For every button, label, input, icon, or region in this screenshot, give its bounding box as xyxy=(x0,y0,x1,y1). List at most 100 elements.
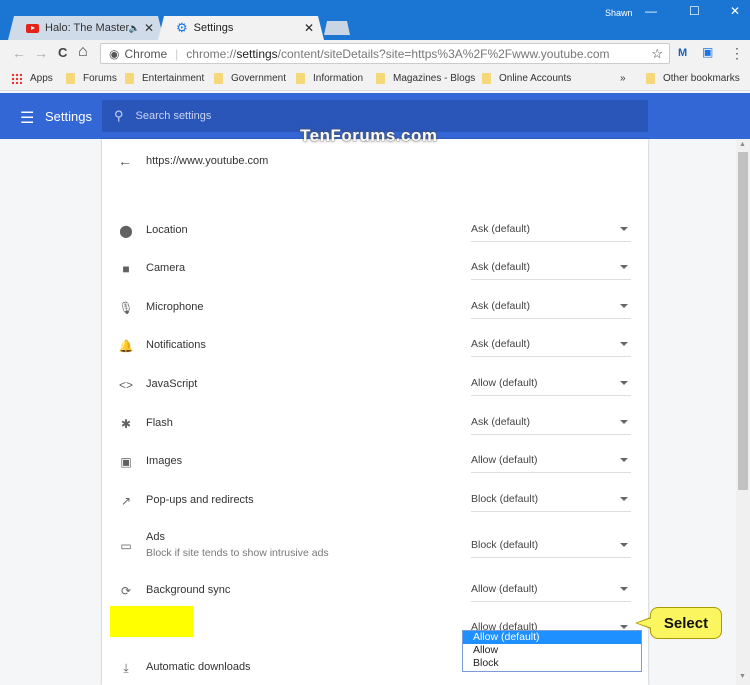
bookmark-folder[interactable]: Information xyxy=(296,73,363,84)
select-value: Ask (default) xyxy=(471,300,530,312)
close-window-button[interactable]: ✕ xyxy=(730,4,740,18)
permission-label: Ads xyxy=(146,531,165,543)
audio-icon[interactable]: 🔈 xyxy=(129,23,140,34)
permission-label: Images xyxy=(146,455,183,467)
permission-select[interactable]: Block (default) xyxy=(471,539,631,558)
select-value: Ask (default) xyxy=(471,416,530,428)
permission-select[interactable]: Ask (default) xyxy=(471,223,631,242)
select-value: Ask (default) xyxy=(471,261,530,273)
permission-label: Location xyxy=(146,224,188,236)
bookmark-folder[interactable]: Entertainment xyxy=(125,73,204,84)
bookmark-apps[interactable]: Apps xyxy=(11,73,53,84)
tab-youtube[interactable]: Halo: The Master Chief 🔈 ✕ xyxy=(8,16,164,40)
address-bar[interactable]: ◉ Chrome | chrome://settings/content/sit… xyxy=(100,43,670,64)
dropdown-option[interactable]: Allow (default) xyxy=(463,631,641,644)
select-value: Allow (default) xyxy=(471,377,538,389)
bookmark-label: Online Accounts xyxy=(499,73,572,84)
minimize-button[interactable]: — xyxy=(645,4,657,18)
dropdown-arrow-icon xyxy=(620,265,628,269)
permission-label: Camera xyxy=(146,262,186,274)
permission-label: Flash xyxy=(146,417,173,429)
hamburger-menu-icon[interactable]: ☰ xyxy=(20,108,34,128)
dropdown-arrow-icon xyxy=(620,458,628,462)
bookmark-label: Government xyxy=(231,73,287,84)
dropdown-arrow-icon xyxy=(620,420,628,424)
close-tab-icon[interactable]: ✕ xyxy=(304,21,314,35)
reload-button[interactable]: C xyxy=(58,45,67,60)
permission-select[interactable]: Ask (default) xyxy=(471,416,631,435)
star-icon[interactable]: ☆ xyxy=(651,46,663,62)
malwarebytes-icon[interactable]: M xyxy=(678,47,687,59)
maximize-button[interactable]: ☐ xyxy=(689,4,700,18)
select-callout: Select xyxy=(635,607,722,639)
extension-icon[interactable]: ▣ xyxy=(702,45,713,59)
bookmarks-overflow-button[interactable]: » xyxy=(620,73,626,84)
scroll-down-icon[interactable]: ▼ xyxy=(739,673,746,680)
select-value: Allow (default) xyxy=(471,583,538,595)
tab-title: Halo: The Master Chief xyxy=(45,22,129,34)
select-value: Ask (default) xyxy=(471,338,530,350)
select-value: Allow (default) xyxy=(471,454,538,466)
url-host: settings xyxy=(236,46,278,61)
permission-select[interactable]: Ask (default) xyxy=(471,300,631,319)
bookmark-label: Information xyxy=(313,73,364,84)
scroll-up-icon[interactable]: ▲ xyxy=(739,141,746,148)
permission-label: Microphone xyxy=(146,301,204,313)
permission-label: Automatic downloads xyxy=(146,661,251,673)
forward-button[interactable]: → xyxy=(34,45,48,61)
dropdown-option[interactable]: Allow xyxy=(463,644,641,657)
bookmark-label: Other bookmarks xyxy=(663,73,740,84)
permission-label: JavaScript xyxy=(146,378,198,390)
chrome-chip: Chrome xyxy=(124,46,168,61)
scrollbar[interactable]: ▲ ▼ xyxy=(736,139,750,685)
search-icon: ⚲ xyxy=(114,108,124,123)
home-button[interactable]: ⌂ xyxy=(78,43,88,61)
select-value: Block (default) xyxy=(471,539,539,551)
site-details-card: ← https://www.youtube.com ⬤ Location Ask (… xyxy=(102,139,648,685)
permission-select[interactable]: Allow (default) xyxy=(471,454,631,473)
close-tab-icon[interactable]: ✕ xyxy=(144,21,154,35)
folder-icon xyxy=(482,73,491,84)
permission-sublabel: Block if site tends to show intrusive ad… xyxy=(146,547,329,559)
back-button[interactable]: ← xyxy=(12,45,26,61)
dropdown-arrow-icon xyxy=(620,497,628,501)
permission-label: Pop-ups and redirects xyxy=(146,494,254,506)
flash-icon: ✱ xyxy=(120,417,132,431)
divider: | xyxy=(175,46,179,61)
bookmark-label: Entertainment xyxy=(142,73,205,84)
new-tab-button[interactable] xyxy=(324,21,350,35)
select-value: Ask (default) xyxy=(471,223,530,235)
url-path: /content/siteDetails?site=https%3A%2F%2F… xyxy=(277,46,610,61)
url-prefix: chrome:// xyxy=(186,46,237,61)
bookmark-label: Forums xyxy=(83,73,117,84)
scrollbar-thumb[interactable] xyxy=(738,152,748,490)
folder-icon xyxy=(296,73,305,84)
dropdown-option[interactable]: Block xyxy=(463,657,641,670)
title-bar: Halo: The Master Chief 🔈 ✕ ⚙ Settings ✕ … xyxy=(0,0,750,40)
permission-select[interactable]: Allow (default) xyxy=(471,377,631,396)
permission-label: Notifications xyxy=(146,339,206,351)
bookmark-folder[interactable]: Government xyxy=(214,73,286,84)
popups-icon: ↗ xyxy=(120,494,132,508)
dropdown-arrow-icon xyxy=(620,587,628,591)
menu-icon[interactable]: ⋮ xyxy=(730,45,744,62)
bookmark-folder[interactable]: Forums xyxy=(66,73,117,84)
back-arrow-icon[interactable]: ← xyxy=(118,153,132,169)
permission-select[interactable]: Block (default) xyxy=(471,493,631,512)
profile-name[interactable]: Shawn xyxy=(605,8,633,18)
permission-select[interactable]: Ask (default) xyxy=(471,338,631,357)
gear-icon: ⚙ xyxy=(176,20,188,35)
bookmark-folder[interactable]: Magazines - Blogs xyxy=(376,73,475,84)
search-placeholder: Search settings xyxy=(135,110,212,122)
bookmark-label: Apps xyxy=(30,73,53,84)
bookmark-folder[interactable]: Online Accounts xyxy=(482,73,571,84)
sound-dropdown-list[interactable]: Allow (default) Allow Block xyxy=(462,630,642,672)
tab-settings[interactable]: ⚙ Settings ✕ xyxy=(158,16,324,40)
select-value: Block (default) xyxy=(471,493,539,505)
page-title: Settings xyxy=(45,109,92,124)
folder-icon xyxy=(214,73,223,84)
permission-select[interactable]: Allow (default) xyxy=(471,583,631,602)
permission-select[interactable]: Ask (default) xyxy=(471,261,631,280)
folder-icon xyxy=(66,73,75,84)
bookmark-other[interactable]: Other bookmarks xyxy=(646,73,740,84)
